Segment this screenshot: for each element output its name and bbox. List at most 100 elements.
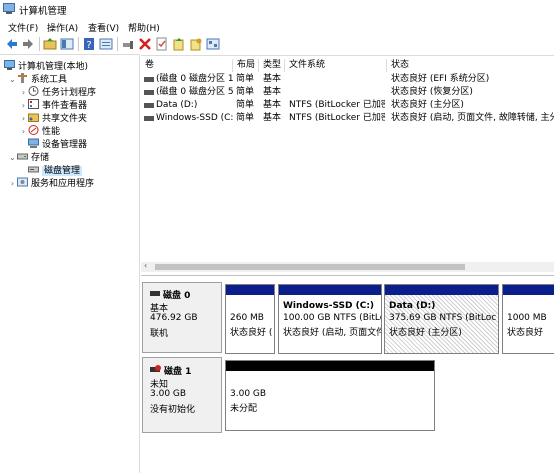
navigation-tree: 计算机管理(本地) ⌄ 系统工具 › 任务计划程序 › 事件查看器 › 共享文件夹 › 性… [0, 54, 140, 473]
tree-system-tools[interactable]: ⌄ 系统工具 [8, 73, 67, 85]
delete-x-icon[interactable] [138, 37, 152, 51]
tree-label: 任务计划程序 [42, 88, 97, 98]
cell-volume: (磁盘 0 磁盘分区 5) [156, 87, 234, 97]
table-row[interactable]: Data (D:) 简单 基本 NTFS (BitLocker 已加密) 状态良… [141, 99, 554, 112]
col-header-layout[interactable]: 布局 [233, 59, 259, 72]
disk0-name: 磁盘 0 [163, 291, 191, 301]
disk0-partition-recovery[interactable]: 1000 MB 状态良好 [502, 284, 554, 354]
back-arrow-icon[interactable] [5, 37, 19, 51]
scroll-left-icon[interactable]: ‹ [144, 261, 147, 270]
connect-icon[interactable] [121, 37, 135, 51]
tree-root[interactable]: 计算机管理(本地) [4, 60, 88, 72]
device-manager-icon [28, 138, 39, 148]
col-header-filesystem[interactable]: 文件系统 [285, 59, 387, 72]
folder-up-icon[interactable] [43, 37, 57, 51]
partition-status: 状态良好 ( [230, 328, 273, 338]
unallocated-label: 未分配 [230, 404, 258, 414]
menu-file[interactable]: 文件(F) [8, 21, 38, 34]
disk0-partition-d[interactable]: Data (D:) 375.69 GB NTFS (BitLocker 状态良好… [384, 284, 499, 354]
tree-label: 设备管理器 [42, 140, 88, 150]
disk0-partition-efi[interactable]: 260 MB 状态良好 ( [225, 284, 275, 354]
partition-name: Windows-SSD (C:) [283, 301, 375, 311]
disk1-label-panel[interactable]: 磁盘 1 未知 3.00 GB 没有初始化 [142, 357, 222, 433]
col-header-type[interactable]: 类型 [259, 59, 285, 72]
menu-view[interactable]: 查看(V) [88, 21, 119, 34]
performance-icon [28, 125, 39, 135]
cell-type: 基本 [263, 113, 282, 123]
properties-icon[interactable] [99, 37, 113, 51]
col-header-status[interactable]: 状态 [387, 59, 554, 72]
chevron-right-icon[interactable]: › [19, 113, 28, 125]
uninitialized-disk-icon [150, 365, 161, 372]
shared-folder-icon [28, 113, 39, 122]
table-row[interactable]: (磁盘 0 磁盘分区 1) 简单 基本 状态良好 (EFI 系统分区) [141, 73, 554, 86]
tree-performance[interactable]: › 性能 [19, 125, 60, 137]
help-icon[interactable]: ? [82, 37, 96, 51]
tree-storage[interactable]: ⌄ 存储 [8, 151, 49, 163]
menu-help[interactable]: 帮助(H) [128, 21, 160, 34]
menu-action[interactable]: 操作(A) [47, 21, 78, 34]
cell-filesystem: NTFS (BitLocker 已加密) [289, 113, 385, 123]
event-viewer-icon [28, 99, 39, 109]
disk1-unallocated[interactable]: 3.00 GB 未分配 [225, 360, 435, 431]
cell-layout: 简单 [236, 113, 255, 123]
cell-type: 基本 [263, 74, 282, 84]
menu-bar: 文件(F) 操作(A) 查看(V) 帮助(H) [0, 18, 554, 34]
cell-layout: 简单 [236, 100, 255, 110]
tree-task-scheduler[interactable]: › 任务计划程序 [19, 86, 96, 98]
partition-size: 100.00 GB NTFS (BitLocl [283, 313, 381, 323]
svg-text:?: ? [86, 40, 91, 51]
tree-label: 系统工具 [31, 75, 68, 85]
cell-filesystem: NTFS (BitLocker 已加密) [289, 100, 385, 110]
disk0-partition-c[interactable]: Windows-SSD (C:) 100.00 GB NTFS (BitLocl… [278, 284, 382, 354]
storage-icon [17, 153, 28, 160]
tree-disk-management[interactable]: 磁盘管理 [28, 164, 83, 176]
col-header-volume[interactable]: 卷 [141, 59, 233, 72]
chevron-right-icon[interactable]: › [19, 87, 28, 99]
disk1-name: 磁盘 1 [164, 367, 192, 377]
disk-icon [150, 291, 160, 296]
tree-label: 性能 [42, 127, 61, 137]
disk-management-icon [28, 166, 39, 173]
tree-root-label: 计算机管理(本地) [18, 62, 89, 72]
scrollbar-thumb[interactable] [155, 264, 465, 270]
show-hide-tree-icon[interactable] [60, 37, 74, 51]
tree-label: 共享文件夹 [42, 114, 88, 124]
chevron-right-icon[interactable]: › [8, 178, 17, 190]
volume-icon [144, 116, 154, 121]
disk0-status: 联机 [150, 329, 169, 339]
volume-list-hscrollbar[interactable]: ‹ [141, 261, 554, 272]
partition-size: 375.69 GB NTFS (BitLocker [389, 313, 497, 323]
disk-graphical-view: 磁盘 0 基本 476.92 GB 联机 260 MB 状态良好 ( Windo… [141, 275, 554, 473]
partition-status: 状态良好 [507, 328, 544, 338]
tree-label: 存储 [31, 153, 50, 163]
forward-arrow-icon[interactable] [21, 37, 35, 51]
tree-label: 磁盘管理 [42, 166, 83, 176]
table-row[interactable]: (磁盘 0 磁盘分区 5) 简单 基本 状态良好 (恢复分区) [141, 86, 554, 99]
tree-shared-folders[interactable]: › 共享文件夹 [19, 112, 87, 124]
chevron-down-icon[interactable]: ⌄ [8, 74, 17, 86]
chevron-down-icon[interactable]: ⌄ [8, 152, 17, 164]
cell-layout: 简单 [236, 74, 255, 84]
partition-status: 状态良好 (主分区) [389, 328, 462, 338]
tree-services-apps[interactable]: › 服务和应用程序 [8, 177, 94, 189]
unallocated-size: 3.00 GB [230, 389, 267, 399]
cell-layout: 简单 [236, 87, 255, 97]
check-icon[interactable] [155, 37, 169, 51]
export-icon[interactable] [172, 37, 186, 51]
volume-icon [144, 90, 154, 95]
tree-device-manager[interactable]: 设备管理器 [28, 138, 87, 150]
cell-volume: (磁盘 0 磁盘分区 1) [156, 74, 234, 84]
tools-icon [18, 73, 27, 83]
chevron-right-icon[interactable]: › [19, 126, 28, 138]
tree-event-viewer[interactable]: › 事件查看器 [19, 99, 87, 111]
refresh-icon[interactable] [206, 37, 220, 51]
volume-icon [144, 103, 154, 108]
table-row[interactable]: Windows-SSD (C:) 简单 基本 NTFS (BitLocker 已… [141, 112, 554, 125]
import-icon[interactable] [189, 37, 203, 51]
title-bar: 计算机管理 [0, 0, 554, 18]
toolbar: ? [0, 34, 554, 54]
chevron-right-icon[interactable]: › [19, 100, 28, 112]
disk0-label-panel[interactable]: 磁盘 0 基本 476.92 GB 联机 [142, 282, 222, 353]
computer-management-app-icon [3, 3, 15, 14]
